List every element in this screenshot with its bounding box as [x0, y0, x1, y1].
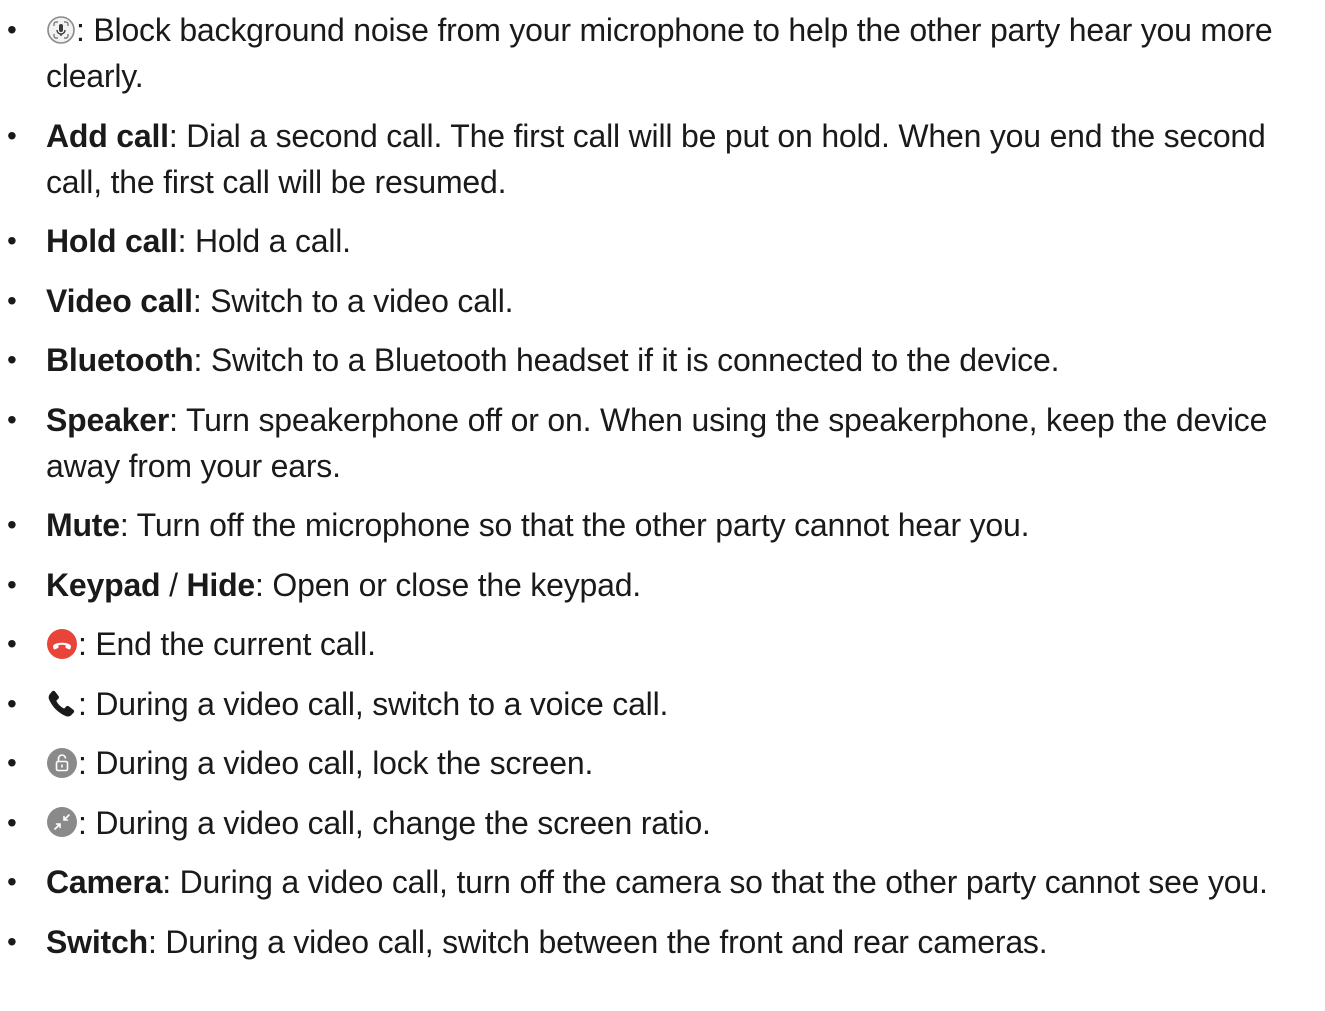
bullet: •	[7, 509, 17, 540]
list-item: • : During a video call, switch to a voi…	[0, 681, 1325, 727]
item-description: Block background noise from your microph…	[46, 12, 1273, 94]
list-item: • Speaker: Turn speakerphone off or on. …	[0, 397, 1325, 489]
item-term: Switch	[46, 923, 148, 960]
bullet: •	[7, 747, 17, 778]
list-item: • Bluetooth: Switch to a Bluetooth heads…	[0, 337, 1325, 383]
list-item: • : Block background noise from your mic…	[0, 7, 1325, 99]
bullet: •	[7, 225, 17, 256]
item-term: Video call	[46, 282, 193, 319]
item-description: Turn speakerphone off or on. When using …	[46, 401, 1268, 484]
list-item: • Video call: Switch to a video call.	[0, 278, 1325, 324]
separator: :	[76, 12, 94, 48]
item-term: Add call	[46, 117, 169, 154]
separator: :	[169, 401, 186, 438]
item-term: Camera	[46, 864, 163, 900]
item-description: During a video call, turn off the camera…	[179, 864, 1268, 900]
list-item: • Mute: Turn off the microphone so that …	[0, 502, 1325, 548]
separator: :	[168, 117, 187, 154]
bullet: •	[7, 344, 17, 375]
phone-icon	[46, 687, 78, 719]
item-description: During a video call, switch between the …	[165, 923, 1048, 960]
item-term: Bluetooth	[46, 342, 194, 378]
slash-separator: /	[160, 566, 187, 603]
item-term: Hold call	[46, 223, 178, 259]
separator: :	[192, 282, 211, 319]
separator: :	[147, 923, 166, 960]
feature-list: • : Block background noise from your mic…	[0, 7, 1325, 978]
screen-ratio-icon	[46, 806, 78, 838]
item-description: End the current call.	[95, 626, 376, 662]
separator: :	[78, 626, 96, 662]
item-description: During a video call, lock the screen.	[95, 745, 594, 781]
item-term: Mute	[46, 507, 120, 543]
item-description: Switch to a Bluetooth headset if it is c…	[210, 342, 1060, 378]
bullet: •	[7, 925, 17, 957]
separator: :	[78, 745, 96, 781]
item-description: Dial a second call. The first call will …	[46, 117, 1266, 200]
separator: :	[177, 223, 195, 259]
separator: :	[78, 804, 96, 841]
separator: :	[78, 685, 96, 722]
separator: :	[119, 507, 137, 543]
item-description: Hold a call.	[194, 223, 351, 259]
bullet: •	[7, 14, 17, 45]
item-term-secondary: Hide	[186, 566, 256, 603]
bullet: •	[7, 628, 17, 659]
end-call-icon	[46, 628, 78, 660]
separator: :	[255, 566, 273, 603]
bullet: •	[7, 403, 17, 435]
list-item: • Add call: Dial a second call. The firs…	[0, 113, 1325, 205]
separator: :	[162, 864, 180, 900]
item-description: Open or close the keypad.	[272, 566, 641, 603]
item-description: During a video call, change the screen r…	[95, 804, 711, 841]
list-item: • : During a video call, lock the screen…	[0, 740, 1325, 786]
list-item: • Camera: During a video call, turn off …	[0, 859, 1325, 905]
bullet: •	[7, 568, 17, 600]
list-item: • : End the current call.	[0, 621, 1325, 667]
lock-screen-icon	[46, 747, 78, 779]
list-item: • Hold call: Hold a call.	[0, 218, 1325, 264]
bullet: •	[7, 284, 17, 316]
list-item: • Switch: During a video call, switch be…	[0, 919, 1325, 965]
bullet: •	[7, 806, 17, 838]
separator: :	[193, 342, 211, 378]
item-term: Speaker	[46, 401, 170, 438]
list-item: • Keypad / Hide: Open or close the keypa…	[0, 562, 1325, 608]
item-description: During a video call, switch to a voice c…	[95, 685, 669, 722]
item-description: Switch to a video call.	[210, 282, 514, 319]
noise-suppression-mic-icon	[46, 15, 76, 45]
list-item: • : During a video call, change the scre…	[0, 800, 1325, 846]
bullet: •	[7, 119, 17, 151]
bullet: •	[7, 866, 17, 897]
item-term: Keypad	[46, 566, 161, 603]
bullet: •	[7, 687, 17, 719]
item-description: Turn off the microphone so that the othe…	[136, 507, 1030, 543]
